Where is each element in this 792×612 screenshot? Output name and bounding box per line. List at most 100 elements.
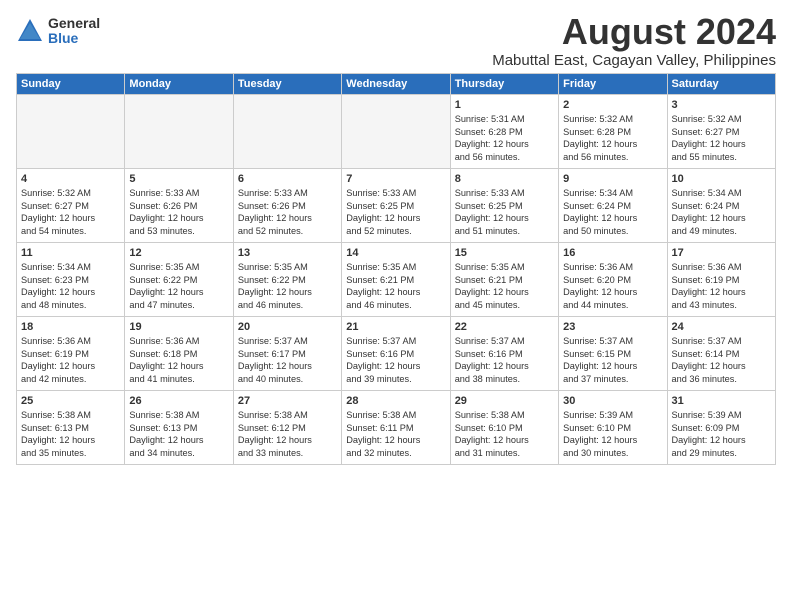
day-number: 1 xyxy=(455,98,554,113)
header-monday: Monday xyxy=(125,73,233,94)
day-info: Sunrise: 5:36 AM Sunset: 6:20 PM Dayligh… xyxy=(563,261,662,311)
day-info: Sunrise: 5:38 AM Sunset: 6:11 PM Dayligh… xyxy=(346,409,445,459)
calendar-table: Sunday Monday Tuesday Wednesday Thursday… xyxy=(16,73,776,465)
table-row: 9Sunrise: 5:34 AM Sunset: 6:24 PM Daylig… xyxy=(559,168,667,242)
day-info: Sunrise: 5:35 AM Sunset: 6:22 PM Dayligh… xyxy=(129,261,228,311)
day-info: Sunrise: 5:37 AM Sunset: 6:15 PM Dayligh… xyxy=(563,335,662,385)
logo-icon xyxy=(16,17,44,45)
table-row: 18Sunrise: 5:36 AM Sunset: 6:19 PM Dayli… xyxy=(17,316,125,390)
table-row: 30Sunrise: 5:39 AM Sunset: 6:10 PM Dayli… xyxy=(559,390,667,464)
day-info: Sunrise: 5:36 AM Sunset: 6:19 PM Dayligh… xyxy=(21,335,120,385)
day-number: 28 xyxy=(346,394,445,409)
day-info: Sunrise: 5:33 AM Sunset: 6:25 PM Dayligh… xyxy=(346,187,445,237)
day-info: Sunrise: 5:39 AM Sunset: 6:10 PM Dayligh… xyxy=(563,409,662,459)
day-info: Sunrise: 5:36 AM Sunset: 6:18 PM Dayligh… xyxy=(129,335,228,385)
header: General Blue August 2024 Mabuttal East, … xyxy=(16,12,776,69)
logo-blue: Blue xyxy=(48,31,100,46)
day-info: Sunrise: 5:33 AM Sunset: 6:25 PM Dayligh… xyxy=(455,187,554,237)
table-row: 11Sunrise: 5:34 AM Sunset: 6:23 PM Dayli… xyxy=(17,242,125,316)
header-sunday: Sunday xyxy=(17,73,125,94)
calendar-week-row: 25Sunrise: 5:38 AM Sunset: 6:13 PM Dayli… xyxy=(17,390,776,464)
calendar-header-row: Sunday Monday Tuesday Wednesday Thursday… xyxy=(17,73,776,94)
logo: General Blue xyxy=(16,16,100,47)
table-row: 31Sunrise: 5:39 AM Sunset: 6:09 PM Dayli… xyxy=(667,390,775,464)
day-info: Sunrise: 5:33 AM Sunset: 6:26 PM Dayligh… xyxy=(129,187,228,237)
table-row: 20Sunrise: 5:37 AM Sunset: 6:17 PM Dayli… xyxy=(233,316,341,390)
table-row: 16Sunrise: 5:36 AM Sunset: 6:20 PM Dayli… xyxy=(559,242,667,316)
table-row xyxy=(125,94,233,168)
day-info: Sunrise: 5:34 AM Sunset: 6:24 PM Dayligh… xyxy=(563,187,662,237)
header-thursday: Thursday xyxy=(450,73,558,94)
day-number: 11 xyxy=(21,246,120,261)
table-row: 26Sunrise: 5:38 AM Sunset: 6:13 PM Dayli… xyxy=(125,390,233,464)
day-info: Sunrise: 5:34 AM Sunset: 6:23 PM Dayligh… xyxy=(21,261,120,311)
day-number: 18 xyxy=(21,320,120,335)
day-number: 9 xyxy=(563,172,662,187)
day-number: 6 xyxy=(238,172,337,187)
day-info: Sunrise: 5:37 AM Sunset: 6:14 PM Dayligh… xyxy=(672,335,771,385)
day-number: 10 xyxy=(672,172,771,187)
day-number: 24 xyxy=(672,320,771,335)
day-number: 3 xyxy=(672,98,771,113)
table-row: 28Sunrise: 5:38 AM Sunset: 6:11 PM Dayli… xyxy=(342,390,450,464)
day-number: 2 xyxy=(563,98,662,113)
day-number: 25 xyxy=(21,394,120,409)
table-row: 8Sunrise: 5:33 AM Sunset: 6:25 PM Daylig… xyxy=(450,168,558,242)
table-row: 15Sunrise: 5:35 AM Sunset: 6:21 PM Dayli… xyxy=(450,242,558,316)
title-block: August 2024 Mabuttal East, Cagayan Valle… xyxy=(492,12,776,69)
table-row: 14Sunrise: 5:35 AM Sunset: 6:21 PM Dayli… xyxy=(342,242,450,316)
table-row xyxy=(17,94,125,168)
day-info: Sunrise: 5:32 AM Sunset: 6:27 PM Dayligh… xyxy=(672,113,771,163)
calendar-week-row: 18Sunrise: 5:36 AM Sunset: 6:19 PM Dayli… xyxy=(17,316,776,390)
day-info: Sunrise: 5:37 AM Sunset: 6:16 PM Dayligh… xyxy=(346,335,445,385)
day-number: 19 xyxy=(129,320,228,335)
day-number: 31 xyxy=(672,394,771,409)
day-number: 30 xyxy=(563,394,662,409)
table-row: 6Sunrise: 5:33 AM Sunset: 6:26 PM Daylig… xyxy=(233,168,341,242)
header-wednesday: Wednesday xyxy=(342,73,450,94)
day-number: 14 xyxy=(346,246,445,261)
calendar-week-row: 1Sunrise: 5:31 AM Sunset: 6:28 PM Daylig… xyxy=(17,94,776,168)
table-row: 3Sunrise: 5:32 AM Sunset: 6:27 PM Daylig… xyxy=(667,94,775,168)
logo-general: General xyxy=(48,16,100,31)
calendar-week-row: 4Sunrise: 5:32 AM Sunset: 6:27 PM Daylig… xyxy=(17,168,776,242)
table-row: 1Sunrise: 5:31 AM Sunset: 6:28 PM Daylig… xyxy=(450,94,558,168)
header-tuesday: Tuesday xyxy=(233,73,341,94)
day-info: Sunrise: 5:38 AM Sunset: 6:13 PM Dayligh… xyxy=(21,409,120,459)
header-saturday: Saturday xyxy=(667,73,775,94)
table-row: 4Sunrise: 5:32 AM Sunset: 6:27 PM Daylig… xyxy=(17,168,125,242)
table-row xyxy=(342,94,450,168)
header-friday: Friday xyxy=(559,73,667,94)
day-info: Sunrise: 5:37 AM Sunset: 6:16 PM Dayligh… xyxy=(455,335,554,385)
table-row: 21Sunrise: 5:37 AM Sunset: 6:16 PM Dayli… xyxy=(342,316,450,390)
table-row: 13Sunrise: 5:35 AM Sunset: 6:22 PM Dayli… xyxy=(233,242,341,316)
table-row: 10Sunrise: 5:34 AM Sunset: 6:24 PM Dayli… xyxy=(667,168,775,242)
day-info: Sunrise: 5:35 AM Sunset: 6:22 PM Dayligh… xyxy=(238,261,337,311)
day-number: 22 xyxy=(455,320,554,335)
day-info: Sunrise: 5:38 AM Sunset: 6:10 PM Dayligh… xyxy=(455,409,554,459)
day-info: Sunrise: 5:33 AM Sunset: 6:26 PM Dayligh… xyxy=(238,187,337,237)
day-info: Sunrise: 5:37 AM Sunset: 6:17 PM Dayligh… xyxy=(238,335,337,385)
location-subtitle: Mabuttal East, Cagayan Valley, Philippin… xyxy=(492,52,776,69)
table-row: 12Sunrise: 5:35 AM Sunset: 6:22 PM Dayli… xyxy=(125,242,233,316)
day-number: 21 xyxy=(346,320,445,335)
day-number: 20 xyxy=(238,320,337,335)
day-number: 27 xyxy=(238,394,337,409)
calendar-week-row: 11Sunrise: 5:34 AM Sunset: 6:23 PM Dayli… xyxy=(17,242,776,316)
table-row: 25Sunrise: 5:38 AM Sunset: 6:13 PM Dayli… xyxy=(17,390,125,464)
table-row: 27Sunrise: 5:38 AM Sunset: 6:12 PM Dayli… xyxy=(233,390,341,464)
day-number: 26 xyxy=(129,394,228,409)
day-info: Sunrise: 5:32 AM Sunset: 6:28 PM Dayligh… xyxy=(563,113,662,163)
month-year-title: August 2024 xyxy=(492,12,776,52)
table-row: 22Sunrise: 5:37 AM Sunset: 6:16 PM Dayli… xyxy=(450,316,558,390)
day-info: Sunrise: 5:36 AM Sunset: 6:19 PM Dayligh… xyxy=(672,261,771,311)
table-row: 7Sunrise: 5:33 AM Sunset: 6:25 PM Daylig… xyxy=(342,168,450,242)
day-info: Sunrise: 5:38 AM Sunset: 6:13 PM Dayligh… xyxy=(129,409,228,459)
day-info: Sunrise: 5:31 AM Sunset: 6:28 PM Dayligh… xyxy=(455,113,554,163)
day-info: Sunrise: 5:35 AM Sunset: 6:21 PM Dayligh… xyxy=(455,261,554,311)
table-row: 24Sunrise: 5:37 AM Sunset: 6:14 PM Dayli… xyxy=(667,316,775,390)
table-row xyxy=(233,94,341,168)
day-number: 12 xyxy=(129,246,228,261)
day-number: 5 xyxy=(129,172,228,187)
table-row: 29Sunrise: 5:38 AM Sunset: 6:10 PM Dayli… xyxy=(450,390,558,464)
